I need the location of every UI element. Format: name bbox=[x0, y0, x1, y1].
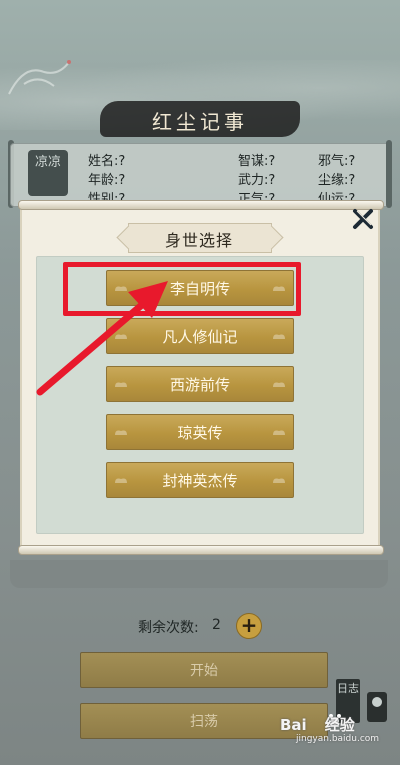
page-title: 红尘记事 bbox=[152, 110, 248, 134]
info-force: 武力:? bbox=[238, 173, 276, 188]
scroll-rod-bottom bbox=[18, 545, 384, 555]
cloud-icon bbox=[273, 478, 285, 483]
add-count-button[interactable]: + bbox=[236, 613, 262, 639]
cloud-icon bbox=[273, 334, 285, 339]
cloud-icon bbox=[273, 382, 285, 387]
cloud-icon bbox=[115, 478, 127, 483]
story-option-button[interactable]: 封神英杰传 bbox=[106, 462, 294, 498]
close-x-icon[interactable] bbox=[351, 207, 375, 231]
watermark-url: jingyan.baidu.com bbox=[296, 734, 380, 744]
scroll-edge-right bbox=[386, 140, 392, 208]
dialog-title: 身世选择 bbox=[164, 231, 233, 250]
info-wisdom: 智谋:? bbox=[238, 154, 276, 169]
info-righteous: 正气:? bbox=[238, 192, 276, 200]
cloud-icon bbox=[115, 382, 127, 387]
bookmark-icon[interactable] bbox=[364, 690, 390, 724]
remaining-count-value: 2 bbox=[212, 617, 221, 633]
info-fate: 尘缘:? bbox=[318, 173, 356, 188]
watermark-brand: Bai 经验 bbox=[280, 716, 355, 734]
scroll-rod-top bbox=[18, 200, 384, 210]
cloud-icon bbox=[115, 334, 127, 339]
story-option-label: 封神英杰传 bbox=[162, 472, 238, 490]
info-gender: 性别:? bbox=[88, 192, 126, 200]
story-option-label: 凡人修仙记 bbox=[162, 328, 238, 346]
info-luck: 仙运:? bbox=[318, 192, 356, 200]
story-option-button[interactable]: 琼英传 bbox=[106, 414, 294, 450]
info-evil: 邪气:? bbox=[318, 154, 356, 169]
story-option-button[interactable]: 凡人修仙记 bbox=[106, 318, 294, 354]
story-option-button[interactable]: 西游前传 bbox=[106, 366, 294, 402]
cloud-icon bbox=[273, 430, 285, 435]
remaining-count-label: 剩余次数: bbox=[138, 620, 199, 636]
info-name: 姓名:? bbox=[88, 154, 126, 169]
story-option-label: 琼英传 bbox=[177, 424, 223, 442]
start-button[interactable]: 开始 bbox=[80, 652, 328, 688]
cloud-icon bbox=[115, 430, 127, 435]
seal-stamp: 凉凉 bbox=[28, 150, 68, 196]
highlight-box bbox=[63, 262, 301, 316]
crane-icon bbox=[8, 60, 71, 95]
info-age: 年龄:? bbox=[88, 173, 126, 188]
lower-panel bbox=[10, 560, 388, 588]
story-option-label: 西游前传 bbox=[169, 376, 230, 394]
